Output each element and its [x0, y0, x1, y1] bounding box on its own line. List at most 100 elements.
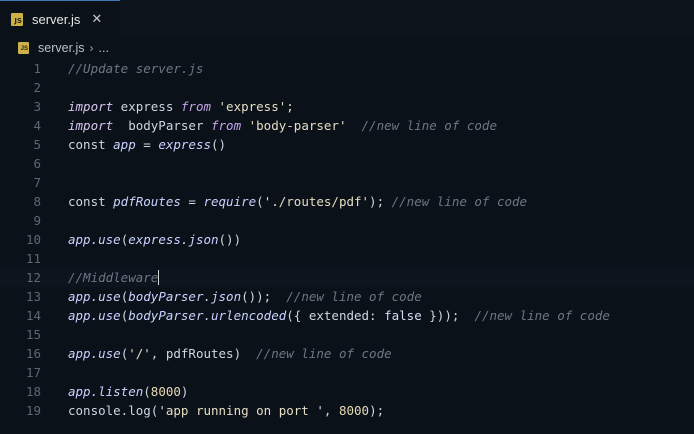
- code-token: );: [369, 403, 385, 418]
- code-token: from: [211, 118, 242, 133]
- close-icon[interactable]: ✕: [91, 13, 102, 26]
- line-number: 5: [33, 137, 41, 152]
- code-line[interactable]: 14 app.use(bodyParser.urlencoded({ extend…: [0, 306, 694, 325]
- code-token: express.json: [128, 232, 219, 247]
- code-line[interactable]: 19 console.log('app running on port ', 80…: [0, 401, 694, 420]
- code-token: 'body-parser': [241, 118, 347, 133]
- code-token: //new line of code: [256, 346, 392, 361]
- code-token: ());: [241, 289, 287, 304]
- code-editor[interactable]: 1 //Update server.js 2 3 import express from…: [0, 59, 694, 434]
- code-token: import: [68, 118, 114, 133]
- chevron-right-icon: ›: [89, 41, 94, 55]
- code-token: 'express';: [211, 99, 294, 114]
- code-text: const app = express(): [68, 135, 226, 154]
- code-line[interactable]: 11: [0, 249, 694, 268]
- breadcrumb-file[interactable]: server.js: [38, 41, 85, 55]
- code-line[interactable]: 9: [0, 211, 694, 230]
- line-number: 15: [25, 327, 41, 342]
- code-text: //Update server.js: [68, 59, 203, 78]
- code-line[interactable]: 2: [0, 78, 694, 97]
- code-token: ()): [218, 232, 242, 247]
- js-file-icon: JS: [18, 42, 29, 54]
- code-token: ({ extended:: [286, 308, 385, 323]
- code-token: express: [158, 137, 211, 152]
- code-token: './routes/pdf': [263, 194, 370, 209]
- code-text: app.use(express.json()): [68, 230, 241, 249]
- code-token: //new line of code: [346, 118, 497, 133]
- code-text: app.use('/', pdfRoutes) //new line of co…: [68, 344, 392, 363]
- code-token: from: [180, 99, 211, 114]
- line-number: 2: [33, 80, 41, 95]
- text-cursor: [158, 270, 160, 285]
- code-token: //new line of code: [286, 289, 422, 304]
- line-number: 13: [25, 289, 41, 304]
- code-token: import: [68, 99, 114, 114]
- code-token: console.log(: [68, 403, 159, 418]
- code-token: '/': [128, 346, 151, 361]
- code-line[interactable]: 13 app.use(bodyParser.json()); //new line…: [0, 287, 694, 306]
- line-number: 1: [33, 61, 41, 76]
- code-token: 'app running on port ': [158, 403, 324, 418]
- code-token: //new line of code: [474, 308, 610, 323]
- line-number: 9: [33, 213, 41, 228]
- tab-server-js[interactable]: JS server.js ✕: [0, 0, 120, 37]
- line-number: 4: [33, 118, 41, 133]
- line-number: 17: [25, 365, 41, 380]
- code-token: ,: [323, 403, 339, 418]
- line-number: 12: [25, 270, 41, 285]
- code-line[interactable]: 16 app.use('/', pdfRoutes) //new line of …: [0, 344, 694, 363]
- code-token: app.use: [68, 232, 121, 247]
- tab-bar: JS server.js ✕: [0, 0, 694, 37]
- code-token: const: [68, 137, 114, 152]
- code-token: bodyParser: [113, 118, 211, 133]
- code-line[interactable]: 12 //Middleware: [0, 268, 694, 287]
- code-line[interactable]: 4 import bodyParser from 'body-parser' //…: [0, 116, 694, 135]
- code-line[interactable]: 1 //Update server.js: [0, 59, 694, 78]
- code-text: console.log('app running on port ', 8000…: [68, 401, 384, 420]
- tab-label: server.js: [32, 11, 81, 27]
- code-line[interactable]: 15: [0, 325, 694, 344]
- line-number: 14: [25, 308, 41, 323]
- line-number: 8: [33, 194, 41, 209]
- breadcrumb: JS server.js › ...: [0, 37, 694, 59]
- code-token: app.use: [68, 289, 121, 304]
- code-token: //Middleware: [68, 270, 159, 285]
- line-number: 19: [25, 403, 41, 418]
- code-token: app.use: [68, 308, 121, 323]
- line-number: 11: [25, 251, 41, 266]
- code-token: pdfRoutes: [113, 194, 181, 209]
- code-token: app: [113, 137, 136, 152]
- code-token: bodyParser.json: [128, 289, 242, 304]
- code-token: app.listen: [68, 384, 144, 399]
- code-text: const pdfRoutes = require('./routes/pdf'…: [68, 192, 527, 211]
- breadcrumb-more[interactable]: ...: [99, 41, 109, 55]
- code-token: =: [135, 137, 159, 152]
- code-token: 8000: [338, 403, 370, 418]
- code-line[interactable]: 18 app.listen(8000): [0, 382, 694, 401]
- code-text: import bodyParser from 'body-parser' //n…: [68, 116, 497, 135]
- code-line[interactable]: 8 const pdfRoutes = require('./routes/pdf…: [0, 192, 694, 211]
- line-number: 3: [33, 99, 41, 114]
- code-line[interactable]: 10 app.use(express.json()): [0, 230, 694, 249]
- code-token: );: [369, 194, 392, 209]
- code-token: (: [256, 194, 264, 209]
- code-line[interactable]: 5 const app = express(): [0, 135, 694, 154]
- code-token: ): [180, 384, 189, 399]
- code-token: }));: [421, 308, 475, 323]
- code-text: app.listen(8000): [68, 382, 188, 401]
- line-number: 6: [33, 156, 41, 171]
- code-text: app.use(bodyParser.json()); //new line o…: [68, 287, 422, 306]
- code-line[interactable]: 17: [0, 363, 694, 382]
- code-text: app.use(bodyParser.urlencoded({ extended…: [68, 306, 610, 325]
- code-token: //Update server.js: [68, 61, 204, 76]
- line-number: 7: [33, 175, 41, 190]
- code-line[interactable]: 3 import express from 'express';: [0, 97, 694, 116]
- line-number: 16: [25, 346, 41, 361]
- code-token: require: [203, 194, 257, 209]
- code-token: (): [211, 137, 227, 152]
- code-line[interactable]: 7: [0, 173, 694, 192]
- code-token: bodyParser.urlencoded: [128, 308, 287, 323]
- code-token: 8000: [150, 384, 181, 399]
- code-token: const: [68, 194, 114, 209]
- code-line[interactable]: 6: [0, 154, 694, 173]
